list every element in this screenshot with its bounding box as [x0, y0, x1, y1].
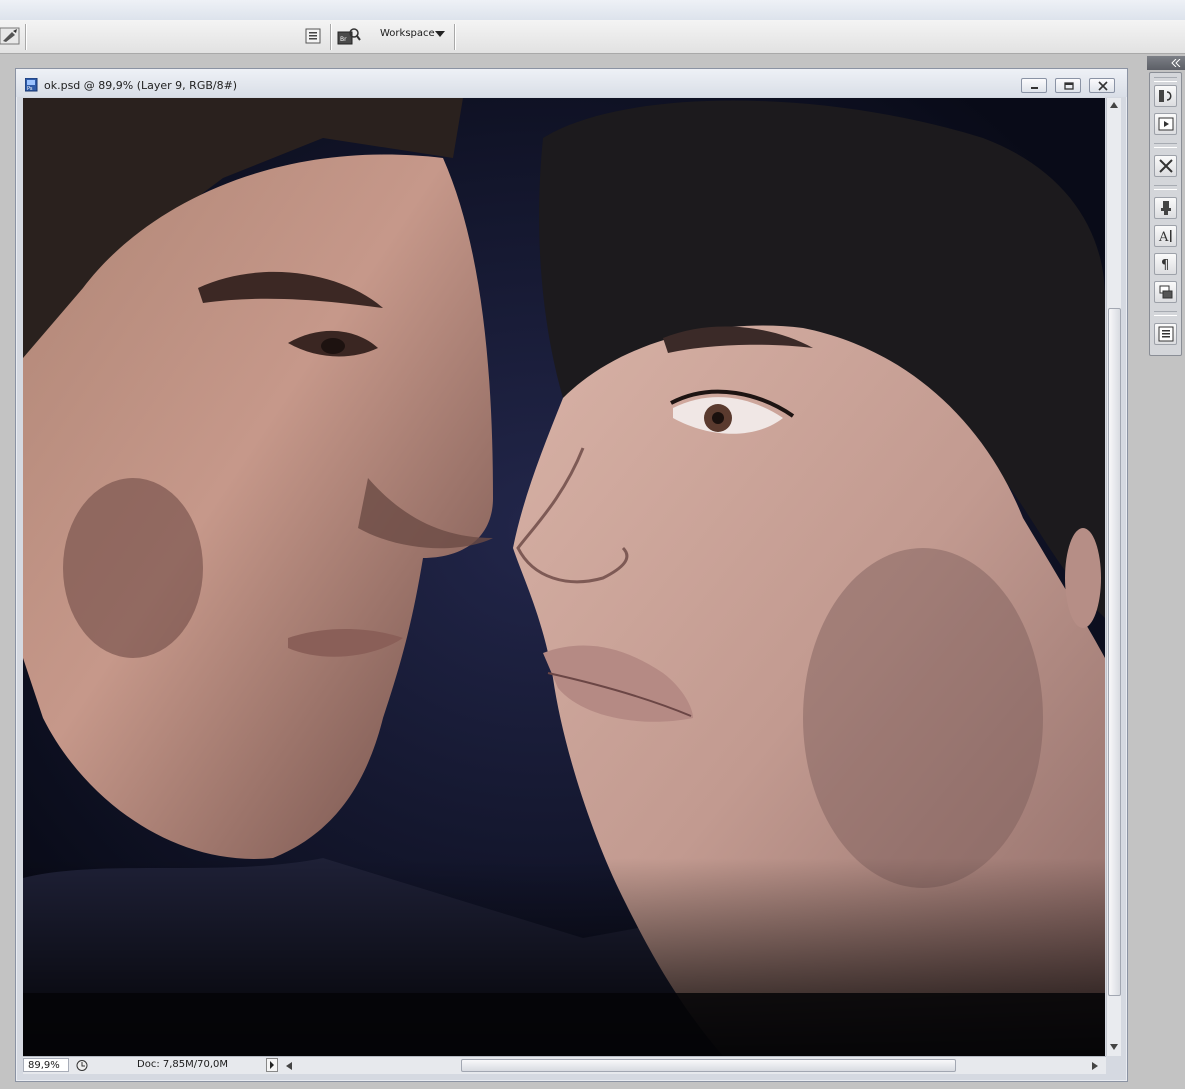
- scroll-left-icon: [286, 1062, 292, 1070]
- svg-text:A: A: [1158, 230, 1169, 244]
- dock-grip[interactable]: [1154, 185, 1177, 190]
- scroll-right-icon: [1092, 1062, 1098, 1070]
- paragraph-icon[interactable]: ¶: [1154, 253, 1177, 275]
- vertical-scrollbar[interactable]: [1106, 98, 1121, 1056]
- svg-text:¶: ¶: [1161, 258, 1169, 272]
- minimize-button[interactable]: [1021, 78, 1047, 93]
- workspace-menu-label[interactable]: Workspace: [380, 28, 435, 39]
- top-strip: [0, 0, 1185, 21]
- vertical-scroll-thumb[interactable]: [1108, 308, 1121, 996]
- document-title: ok.psd @ 89,9% (Layer 9, RGB/8#): [44, 79, 238, 92]
- clone-source-icon[interactable]: [1154, 197, 1177, 219]
- document-titlebar[interactable]: Ps ok.psd @ 89,9% (Layer 9, RGB/8#): [16, 69, 1127, 97]
- close-icon: [1098, 81, 1108, 91]
- layer-comps-icon[interactable]: [1154, 281, 1177, 303]
- chevron-down-icon[interactable]: [435, 31, 445, 37]
- horizontal-scroll-thumb[interactable]: [461, 1059, 956, 1072]
- restore-icon: [1064, 82, 1074, 90]
- bridge-browse-icon[interactable]: Br: [337, 26, 361, 46]
- options-separator: [330, 24, 331, 50]
- svg-text:Br: Br: [340, 36, 347, 43]
- dock-collapse-bar[interactable]: [1147, 56, 1185, 70]
- status-bar: 89,9% Doc: 7,85M/70,0M: [23, 1056, 1106, 1074]
- document-canvas[interactable]: [23, 98, 1105, 1056]
- notes-icon[interactable]: [1154, 323, 1177, 345]
- history-icon[interactable]: [1154, 85, 1177, 107]
- restore-button[interactable]: [1055, 78, 1081, 93]
- zoom-level-field[interactable]: 89,9%: [23, 1058, 69, 1072]
- options-bar: Br: [0, 20, 1185, 54]
- panel-dock: A ¶: [1149, 72, 1182, 356]
- photoshop-file-icon: Ps: [24, 77, 39, 92]
- collapse-arrows-icon: [1171, 59, 1181, 67]
- dock-grip[interactable]: [1154, 77, 1177, 82]
- artwork-image: [23, 98, 1105, 1056]
- close-button[interactable]: [1089, 78, 1115, 93]
- status-menu-arrow-icon[interactable]: [266, 1058, 278, 1075]
- scroll-up-icon: [1110, 102, 1118, 108]
- character-icon[interactable]: A: [1154, 225, 1177, 247]
- brush-preset-icon[interactable]: [0, 26, 20, 46]
- svg-text:Ps: Ps: [27, 86, 33, 92]
- document-window: Ps ok.psd @ 89,9% (Layer 9, RGB/8#) 89,9…: [15, 68, 1128, 1082]
- timer-icon[interactable]: [75, 1059, 89, 1075]
- tool-presets-icon[interactable]: [1154, 155, 1177, 177]
- horizontal-scrollbar[interactable]: [283, 1058, 1106, 1073]
- scroll-down-icon: [1110, 1044, 1118, 1050]
- palette-well-icon[interactable]: [303, 26, 323, 46]
- dock-grip[interactable]: [1154, 311, 1177, 316]
- dock-grip[interactable]: [1154, 143, 1177, 148]
- actions-icon[interactable]: [1154, 113, 1177, 135]
- minimize-icon: [1031, 87, 1038, 89]
- options-separator: [25, 24, 26, 50]
- options-separator: [454, 24, 455, 50]
- document-size-info: Doc: 7,85M/70,0M: [137, 1059, 229, 1070]
